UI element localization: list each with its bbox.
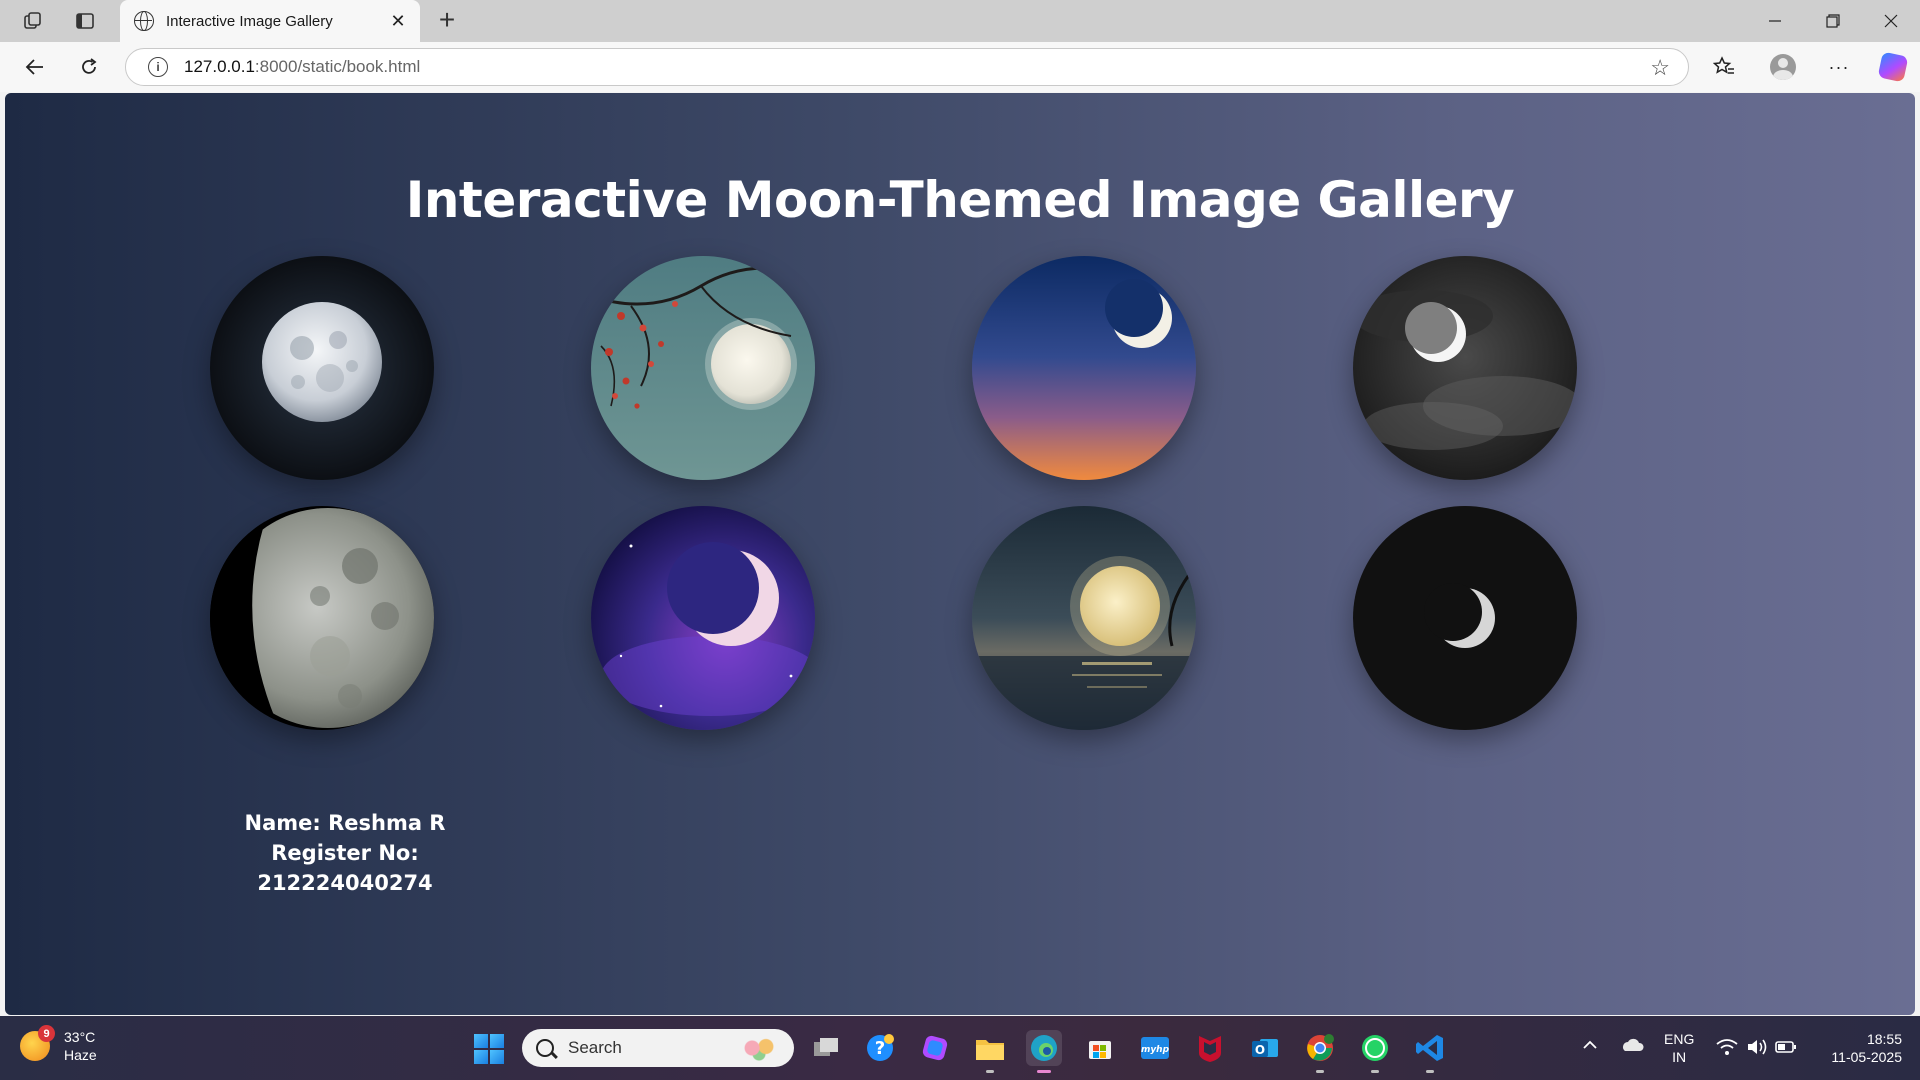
language-indicator[interactable]: ENG IN — [1664, 1030, 1694, 1066]
onedrive-cloud-icon[interactable] — [1620, 1038, 1644, 1056]
gallery-image-crescent-sunset-sky[interactable] — [972, 256, 1196, 480]
register-number: Register No: 212224040274 — [257, 841, 433, 895]
weather-temp: 33°C — [64, 1029, 96, 1045]
page-content: Interactive Moon-Themed Image Gallery Na… — [5, 93, 1915, 1015]
copilot-icon[interactable] — [1876, 51, 1910, 83]
edge-browser-icon[interactable] — [1026, 1030, 1062, 1073]
refresh-button[interactable] — [72, 51, 106, 83]
gallery-image-thin-crescent-dark[interactable] — [1353, 506, 1577, 730]
search-highlight-icon — [736, 1033, 782, 1063]
chrome-icon[interactable] — [1302, 1030, 1338, 1073]
workspaces-icon[interactable] — [20, 9, 46, 33]
url-path: :8000/static/book.html — [254, 57, 421, 76]
browser-toolbar: i 127.0.0.1:8000/static/book.html ☆ ··· — [0, 42, 1920, 92]
address-bar[interactable]: i 127.0.0.1:8000/static/book.html ☆ — [125, 48, 1689, 86]
clock-date: 11-05-2025 — [1831, 1049, 1902, 1065]
url-host: 127.0.0.1 — [184, 57, 255, 76]
restore-button[interactable] — [1808, 6, 1858, 36]
wifi-icon[interactable] — [1716, 1038, 1738, 1060]
tab-title: Interactive Image Gallery — [166, 12, 333, 30]
weather-condition: Haze — [64, 1047, 97, 1063]
tab-active[interactable]: Interactive Image Gallery ✕ — [120, 0, 420, 42]
tab-actions-icon[interactable] — [72, 9, 98, 33]
weather-widget[interactable]: 9 33°C Haze — [20, 1025, 97, 1064]
tab-close-icon[interactable]: ✕ — [384, 7, 412, 35]
mcafee-icon[interactable] — [1192, 1030, 1228, 1066]
vscode-icon[interactable] — [1412, 1030, 1448, 1073]
weather-sun-icon: 9 — [20, 1025, 55, 1061]
page-title: Interactive Moon-Themed Image Gallery — [405, 171, 1515, 229]
volume-icon[interactable] — [1746, 1038, 1768, 1060]
clock[interactable]: 18:55 11-05-2025 — [1818, 1030, 1902, 1066]
more-menu-icon[interactable]: ··· — [1822, 51, 1856, 83]
help-app-icon[interactable]: ? — [862, 1030, 898, 1066]
student-name: Name: Reshma R — [244, 811, 446, 835]
svg-text:O: O — [1255, 1043, 1265, 1057]
gallery-image-crescent-purple-nebula[interactable] — [591, 506, 815, 730]
windows-start-icon[interactable] — [474, 1034, 504, 1064]
myhp-app-icon[interactable]: myhp — [1137, 1030, 1173, 1066]
gallery-image-full-moon-black[interactable] — [210, 256, 434, 480]
new-tab-button[interactable]: + — [432, 6, 462, 36]
copilot-app-icon[interactable] — [917, 1030, 953, 1066]
search-label: Search — [568, 1038, 622, 1057]
region-code: IN — [1672, 1049, 1687, 1065]
clock-time: 18:55 — [1866, 1031, 1902, 1047]
globe-icon — [134, 11, 154, 31]
profile-avatar[interactable] — [1766, 51, 1800, 83]
show-hidden-icons-chevron-icon[interactable] — [1582, 1038, 1598, 1056]
favorite-star-icon[interactable]: ☆ — [1650, 55, 1670, 81]
task-view-icon[interactable] — [808, 1030, 844, 1066]
back-button[interactable] — [18, 51, 52, 83]
gallery-image-full-moon-over-sea[interactable] — [972, 506, 1196, 730]
gallery-image-gibbous-moon-closeup[interactable] — [210, 506, 434, 730]
minimize-button[interactable] — [1750, 6, 1800, 36]
battery-icon[interactable] — [1775, 1039, 1797, 1059]
language-code: ENG — [1664, 1031, 1695, 1047]
file-explorer-icon[interactable] — [972, 1030, 1008, 1073]
whatsapp-icon[interactable] — [1357, 1030, 1393, 1073]
gallery-image-full-moon-blossom-branch[interactable] — [591, 256, 815, 480]
windows-taskbar: 9 33°C Haze Search ? myhp O ENG IN 18:55… — [0, 1016, 1920, 1080]
microsoft-store-icon[interactable] — [1082, 1030, 1118, 1066]
browser-tab-bar: Interactive Image Gallery ✕ + — [0, 0, 1920, 42]
search-icon — [536, 1039, 554, 1057]
svg-text:myhp: myhp — [1141, 1045, 1170, 1055]
svg-text:?: ? — [875, 1038, 885, 1059]
outlook-icon[interactable]: O — [1247, 1030, 1283, 1066]
taskbar-search[interactable]: Search — [522, 1029, 794, 1067]
gallery-image-moon-cloudy-night[interactable] — [1353, 256, 1577, 480]
student-info: Name: Reshma R Register No: 212224040274 — [195, 808, 495, 898]
close-window-button[interactable] — [1866, 6, 1916, 36]
site-info-icon[interactable]: i — [148, 57, 168, 77]
weather-badge: 9 — [38, 1025, 55, 1042]
favorites-icon[interactable] — [1707, 51, 1741, 83]
